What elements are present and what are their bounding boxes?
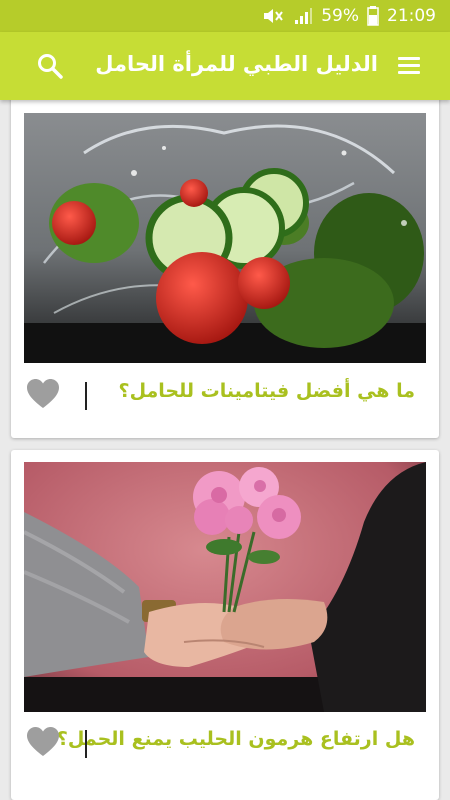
status-bar: 59% 21:09 [0, 0, 450, 32]
signal-icon [293, 7, 313, 25]
article-image[interactable] [24, 113, 426, 363]
article-card[interactable]: ما هي أفضل فيتامينات للحامل؟ [11, 100, 439, 438]
divider [85, 382, 87, 410]
search-icon [38, 54, 63, 79]
heart-icon [27, 379, 59, 408]
mute-icon [261, 7, 285, 25]
battery-percent: 59% [321, 6, 359, 26]
roses-photo [24, 462, 426, 712]
menu-icon [398, 57, 420, 60]
article-footer: هل ارتفاع هرمون الحليب يمنع الحمل؟ [11, 716, 439, 772]
article-card[interactable]: هل ارتفاع هرمون الحليب يمنع الحمل؟ [11, 450, 439, 800]
article-footer: ما هي أفضل فيتامينات للحامل؟ [11, 368, 439, 424]
article-feed[interactable]: ما هي أفضل فيتامينات للحامل؟ هل ارتفاع ه… [0, 100, 450, 800]
favorite-button[interactable] [26, 378, 60, 410]
favorite-button[interactable] [26, 726, 60, 758]
article-title[interactable]: ما هي أفضل فيتامينات للحامل؟ [119, 380, 415, 402]
clock: 21:09 [387, 6, 436, 26]
article-title[interactable]: هل ارتفاع هرمون الحليب يمنع الحمل؟ [57, 728, 415, 750]
article-image[interactable] [24, 462, 426, 712]
salad-photo [24, 113, 426, 363]
battery-icon [367, 6, 379, 26]
app-title: الدليل الطبي للمرأة الحامل [95, 52, 378, 76]
menu-button[interactable] [396, 54, 422, 78]
heart-icon [27, 727, 59, 756]
search-button[interactable] [36, 52, 64, 80]
divider [85, 730, 87, 758]
app-bar: الدليل الطبي للمرأة الحامل [0, 32, 450, 100]
